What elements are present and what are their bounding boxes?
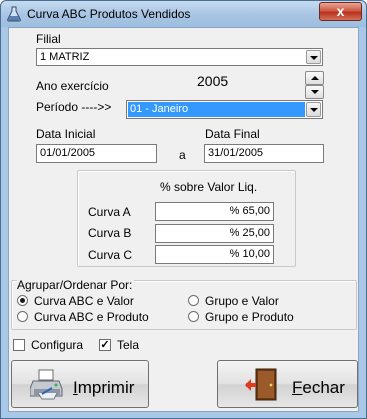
radio-label: Grupo e Produto — [205, 310, 294, 324]
tela-checkbox[interactable]: ✓ Tela — [99, 338, 159, 352]
data-final-label: Data Final — [205, 127, 260, 141]
checkbox-label: Tela — [117, 338, 140, 352]
filial-label: Filial — [36, 32, 61, 46]
curva-b-label: Curva B — [88, 226, 132, 240]
radio-button[interactable] — [188, 311, 199, 322]
chevron-up-icon — [311, 76, 319, 80]
filial-select[interactable]: 1 MATRIZ — [36, 48, 323, 66]
close-icon: x — [336, 3, 345, 19]
curva-a-label: Curva A — [88, 205, 131, 219]
close-button[interactable]: x — [319, 2, 362, 21]
date-separator: a — [179, 148, 186, 162]
check-icon[interactable]: ✓ — [99, 339, 111, 351]
radio-curva-abc-valor[interactable]: Curva ABC e Valor — [17, 294, 177, 308]
periodo-label: Período ---->> — [36, 100, 112, 114]
imprimir-button[interactable]: Imprimir — [11, 360, 149, 408]
chevron-down-icon — [311, 90, 319, 94]
data-inicial-input[interactable]: 01/01/2005 — [36, 144, 157, 163]
radio-button[interactable] — [17, 311, 28, 322]
radio-label: Grupo e Valor — [205, 294, 279, 308]
imprimir-label-rest: mprimir — [77, 378, 135, 397]
radio-grupo-produto[interactable]: Grupo e Produto — [188, 310, 328, 324]
app-window: Curva ABC Produtos Vendidos x Filial 1 M… — [0, 0, 367, 419]
fechar-mnemonic: F — [292, 378, 303, 397]
curva-c-input[interactable]: % 10,00 — [155, 245, 274, 264]
data-final-input[interactable]: 31/01/2005 — [204, 144, 324, 163]
agrupar-label: Agrupar/Ordenar Por: — [17, 278, 135, 292]
spin-down-button[interactable] — [305, 85, 324, 99]
radio-label: Curva ABC e Valor — [34, 294, 134, 308]
fechar-label-rest: echar — [302, 378, 345, 397]
curva-c-label: Curva C — [88, 248, 133, 262]
radio-label: Curva ABC e Produto — [34, 310, 149, 324]
form-body: Filial 1 MATRIZ Ano exercício 2005 Perío… — [8, 27, 359, 412]
ano-label: Ano exercício — [36, 79, 109, 93]
imprimir-label: Imprimir — [73, 378, 134, 398]
curvas-header: % sobre Valor Liq. — [160, 180, 258, 194]
chevron-down-icon[interactable] — [306, 102, 321, 117]
radio-button[interactable] — [17, 295, 28, 306]
radio-button[interactable] — [188, 295, 199, 306]
radio-curva-abc-produto[interactable]: Curva ABC e Produto — [17, 310, 177, 324]
checkbox-box[interactable] — [13, 339, 25, 351]
periodo-value: 01 - Janeiro — [130, 103, 189, 115]
data-inicial-label: Data Inicial — [36, 127, 96, 141]
curva-a-input[interactable]: % 65,00 — [155, 202, 274, 221]
ano-spinner[interactable] — [305, 71, 324, 99]
exit-door-icon — [245, 368, 277, 401]
curva-b-input[interactable]: % 25,00 — [155, 224, 274, 243]
printer-icon — [30, 369, 63, 400]
ano-value: 2005 — [197, 73, 229, 89]
radio-grupo-valor[interactable]: Grupo e Valor — [188, 294, 328, 308]
fechar-label: Fechar — [292, 378, 345, 398]
title-bar[interactable]: Curva ABC Produtos Vendidos x — [1, 1, 366, 27]
fechar-button[interactable]: Fechar — [217, 360, 358, 408]
configura-checkbox[interactable]: Configura — [13, 338, 93, 352]
checkbox-label: Configura — [31, 338, 84, 352]
periodo-select[interactable]: 01 - Janeiro — [126, 100, 323, 119]
spin-up-button[interactable] — [305, 71, 324, 85]
flask-icon — [7, 6, 21, 22]
window-title: Curva ABC Produtos Vendidos — [27, 7, 191, 21]
chevron-down-icon[interactable] — [306, 50, 321, 64]
filial-value: 1 MATRIZ — [40, 51, 90, 63]
